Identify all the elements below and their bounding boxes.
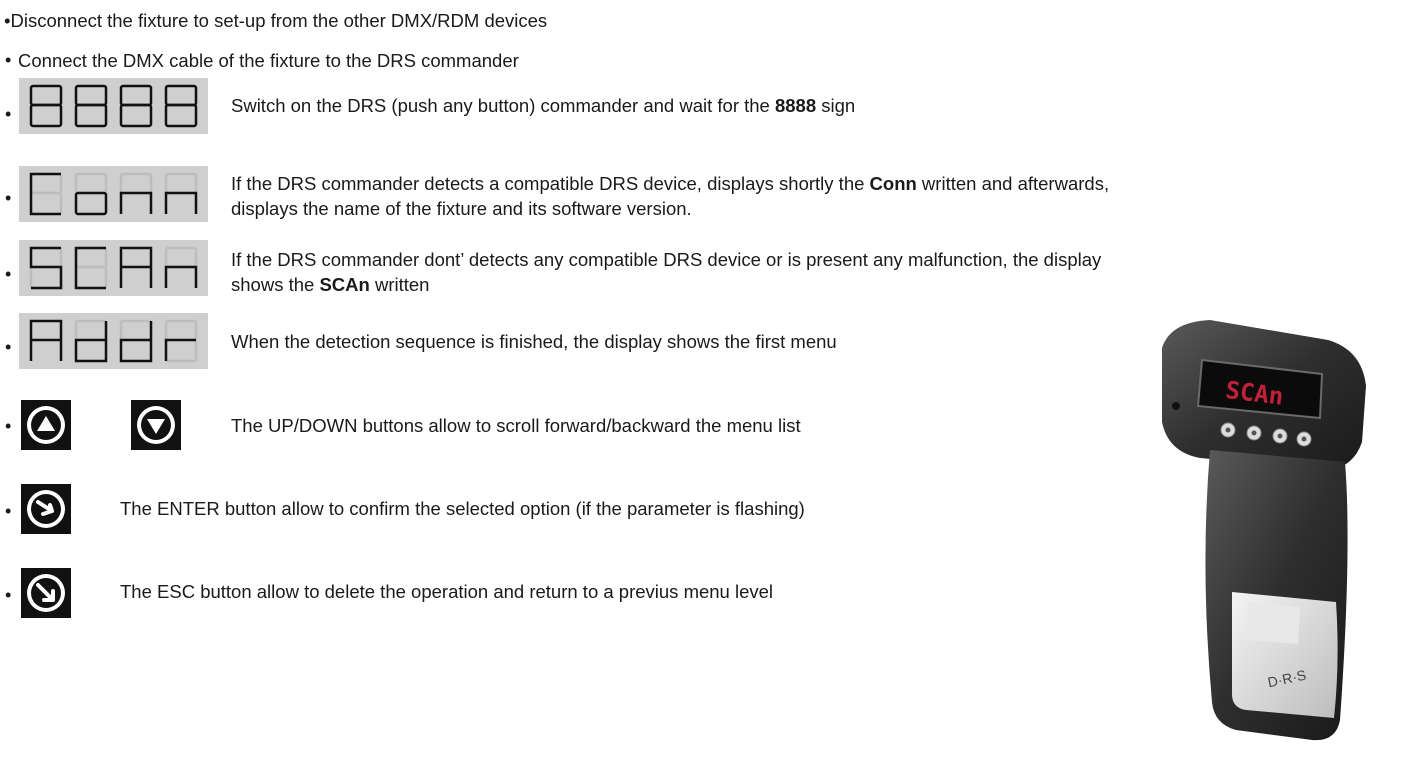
digit-8 xyxy=(29,84,62,128)
down-arrow-icon xyxy=(137,406,175,444)
instruction-conn: If the DRS commander detects a compatibl… xyxy=(231,173,1110,194)
seven-segment-display-addr xyxy=(19,313,208,369)
drs-commander-device-image: SCAn D·R·S xyxy=(1162,320,1366,741)
instruction-addr: When the detection sequence is finished,… xyxy=(231,331,837,352)
bullet: • xyxy=(5,188,12,208)
digit-d xyxy=(119,319,153,363)
up-button xyxy=(21,400,71,450)
digit-8 xyxy=(119,84,153,128)
digit-C xyxy=(29,172,62,216)
seven-segment-display-conn xyxy=(19,166,208,222)
digit-n xyxy=(165,172,198,214)
seven-segment-display-8888 xyxy=(19,78,208,134)
digit-n xyxy=(119,172,153,214)
digit-o xyxy=(74,172,108,216)
instruction-conn-line2: displays the name of the fixture and its… xyxy=(231,198,692,219)
digit-A xyxy=(119,246,153,288)
digit-r xyxy=(165,319,198,363)
esc-button xyxy=(21,568,71,618)
digit-8 xyxy=(74,84,108,128)
esc-arrow-icon xyxy=(27,574,65,612)
bullet: • xyxy=(5,416,12,436)
seven-segment-display-scan xyxy=(19,240,208,296)
bullet: • xyxy=(5,104,12,124)
instruction-enter: The ENTER button allow to confirm the se… xyxy=(120,498,805,519)
digit-S xyxy=(29,246,62,290)
instruction-esc: The ESC button allow to delete the opera… xyxy=(120,581,774,602)
down-button xyxy=(131,400,181,450)
enter-arrow-icon xyxy=(27,490,65,528)
bullet: • xyxy=(5,501,12,521)
bullet: • xyxy=(5,337,12,357)
instruction-switch-on: Switch on the DRS (push any button) comm… xyxy=(231,95,856,116)
instruction-updown: The UP/DOWN buttons allow to scroll forw… xyxy=(231,415,801,436)
instruction-connect: Connect the DMX cable of the fixture to … xyxy=(18,50,519,71)
bullet: • xyxy=(5,585,12,605)
digit-C xyxy=(74,246,108,290)
enter-button xyxy=(21,484,71,534)
instruction-scan-line1: If the DRS commander dont’ detects any c… xyxy=(231,249,1102,270)
digit-n xyxy=(165,246,198,288)
instruction-disconnect: •Disconnect the fixture to set-up from t… xyxy=(4,10,548,31)
up-arrow-icon xyxy=(27,406,65,444)
digit-d xyxy=(74,319,108,363)
bullet: • xyxy=(5,50,12,70)
digit-A xyxy=(29,319,62,361)
digit-8 xyxy=(165,84,198,128)
instruction-scan-line2: shows the SCAn written xyxy=(231,274,430,295)
bullet: • xyxy=(5,264,12,284)
